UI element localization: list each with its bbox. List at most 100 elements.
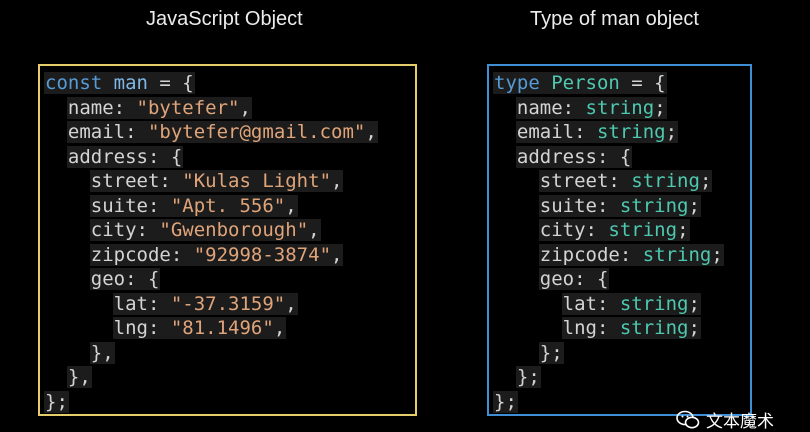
code-line: }, [44,365,378,390]
code-token-str: "Gwenborough" [159,219,309,241]
code-token-punc: , [239,96,251,119]
code-token-punc: : [136,219,160,241]
code-token-type: string [642,243,712,266]
code-token-punc: : [159,170,183,192]
code-token-type: string [608,219,678,241]
code-line: city: string; [493,218,724,243]
code-token-punc: ; [699,170,712,192]
code-token-type: string [619,292,689,315]
code-token-punc: : { [596,145,632,168]
code-line-content: lng: "81.1496", [112,317,287,339]
code-token-punc: }; [494,390,517,413]
code-line: lat: "-37.3159", [44,292,378,317]
code-token-punc: }; [539,341,563,364]
code-token-punc: : [596,292,620,315]
code-token-punc: ; [688,194,700,217]
code-line: email: string; [493,120,724,145]
code-token-str: "81.1496" [170,317,274,339]
code-token-punc: }; [516,366,540,388]
watermark: 文本魔术 [676,407,774,432]
code-token-key: street [539,170,609,192]
code-line: zipcode: "92998-3874", [44,243,378,268]
code-line-content: lat: "-37.3159", [112,292,298,315]
code-token-str: "Apt. 556" [170,194,286,217]
code-token-punc: ; [688,292,700,315]
code-line: name: string; [493,96,724,121]
code-token-str: "92998-3874" [193,243,332,266]
code-line: lat: string; [493,292,724,317]
code-token-punc: : [147,194,171,217]
code-token-punc: , [365,121,377,143]
code-token-punc: : [574,121,597,143]
code-token-punc: : [608,170,632,192]
code-line-content: city: string; [538,219,690,241]
code-token-str: "bytefer@gmail.com" [147,121,366,143]
code-token-punc [102,72,113,94]
code-token-punc: }, [67,366,91,388]
code-line-content: const man = { [44,72,195,94]
code-token-punc: ; [654,96,666,119]
code-line-content: name: "bytefer", [66,96,252,119]
code-line: name: "bytefer", [44,96,378,121]
code-token-punc: , [331,243,343,266]
code-token-key: email [67,121,126,143]
code-line: city: "Gwenborough", [44,218,378,243]
code-token-punc: = { [147,72,194,94]
code-token-key: name [67,96,114,119]
code-line-content: name: string; [515,96,667,119]
code-token-punc: , [308,219,320,241]
code-line: lng: string; [493,316,724,341]
code-line: lng: "81.1496", [44,316,378,341]
code-line-content: suite: string; [538,194,701,217]
code-token-key: name [516,96,563,119]
code-token-type: string [619,194,689,217]
code-token-type: string [596,121,666,143]
code-token-punc: : [113,96,137,119]
code-line-content: email: "bytefer@gmail.com", [66,121,378,143]
code-token-key: suite [90,194,148,217]
javascript-code-block: const man = { name: "bytefer", email: "b… [44,71,378,414]
code-token-punc: : [147,292,171,315]
code-line: email: "bytefer@gmail.com", [44,120,378,145]
code-line-content: city: "Gwenborough", [89,219,321,241]
code-token-key: lat [113,292,148,315]
code-token-punc: : [619,243,643,266]
code-line: }; [44,390,378,415]
code-token-punc: : [596,194,620,217]
code-line-content: }, [66,366,92,388]
code-token-punc: , [331,170,343,192]
code-token-key: suite [539,194,597,217]
code-token-key: address [516,145,597,168]
code-line: zipcode: string; [493,243,724,268]
code-line: const man = { [44,71,378,96]
code-token-punc: : [585,219,609,241]
code-token-punc: }, [90,341,114,364]
code-token-str: "Kulas Light" [182,170,332,192]
code-token-key: geo [90,268,126,290]
code-line-content: }; [44,390,69,413]
code-line-content: lng: string; [561,317,701,339]
code-line: address: { [44,145,378,170]
code-token-punc: = { [619,72,666,94]
code-line-content: suite: "Apt. 556", [89,194,298,217]
code-token-key: city [90,219,137,241]
code-line-content: zipcode: string; [538,243,724,266]
code-token-key: lng [562,317,597,339]
code-token-str: "-37.3159" [170,292,286,315]
code-line-content: email: string; [515,121,679,143]
code-token-type: string [619,317,689,339]
code-token-punc: : { [574,268,609,290]
code-line-content: street: string; [538,170,713,192]
code-token-punc: ; [711,243,723,266]
code-line: }, [44,341,378,366]
code-token-punc: : { [147,145,183,168]
left-panel-title: JavaScript Object [146,8,303,30]
typescript-code-block: type Person = { name: string; email: str… [493,71,724,414]
code-line-content: address: { [515,145,633,168]
code-line-content: zipcode: "92998-3874", [89,243,344,266]
code-line: type Person = { [493,71,724,96]
type-definition-panel: type Person = { name: string; email: str… [487,64,752,416]
code-line-content: type Person = { [493,72,667,94]
code-token-type: string [585,96,655,119]
code-line-content: geo: { [538,268,610,290]
